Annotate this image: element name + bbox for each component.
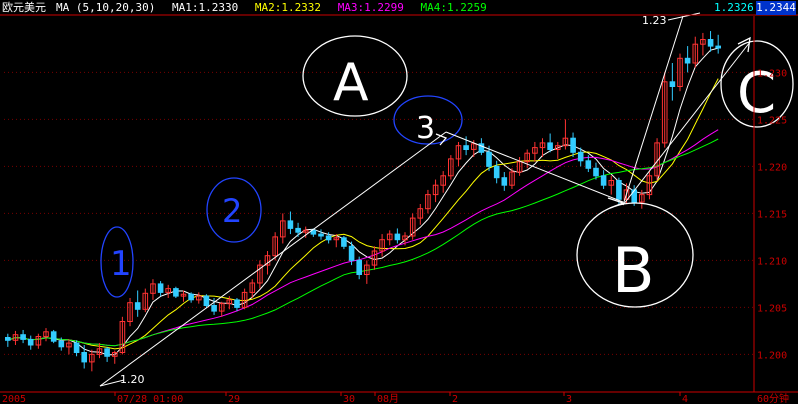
y-tick-label: 1.205 xyxy=(757,303,787,314)
x-tick-label: 4 xyxy=(682,394,688,404)
ma2-value: MA2:1.2332 xyxy=(254,1,322,14)
candle-body xyxy=(669,81,676,88)
candle-body xyxy=(493,165,500,179)
candle-body xyxy=(707,39,714,47)
ma3-value: MA3:1.2299 xyxy=(337,1,404,14)
x-tick-label: 2 xyxy=(452,394,458,404)
y-tick-label: 1.230 xyxy=(757,68,787,79)
candle-body xyxy=(631,189,638,203)
candle-body xyxy=(486,151,492,167)
current-price-box: 1.2344 xyxy=(756,1,796,15)
indicator-legend: 欧元美元 MA (5,10,20,30) MA1:1.2330 MA2:1.233… xyxy=(0,0,755,16)
candle-body xyxy=(684,57,691,64)
candle-body xyxy=(394,233,401,241)
mark-1: 1 xyxy=(110,244,132,284)
candlestick-chart: ABC1231.201.23 1.2301.2251.2201.2151.210… xyxy=(0,12,798,404)
candle-body xyxy=(318,233,324,237)
x-tick-label: 07/28 01:00 xyxy=(117,394,183,404)
candle-body xyxy=(50,331,57,342)
candle-body xyxy=(463,145,469,150)
y-tick-label: 1.220 xyxy=(757,162,787,173)
candle-body xyxy=(134,302,141,310)
candle-body xyxy=(616,180,622,200)
candle-body xyxy=(585,160,592,169)
ma1-value: MA1:1.2330 xyxy=(171,1,239,14)
ma-params: MA (5,10,20,30) xyxy=(56,1,156,14)
y-tick-label: 1.200 xyxy=(757,350,787,361)
ma4-value: MA4:1.2259 xyxy=(420,1,487,14)
label-a: A xyxy=(333,53,369,113)
y-tick-label: 1.215 xyxy=(757,209,787,220)
candle-body xyxy=(356,259,362,275)
x-tick-label: 08月 xyxy=(377,393,399,404)
candle-body xyxy=(715,45,722,49)
x-tick-label: 2005 xyxy=(2,394,26,404)
candle-body xyxy=(547,142,553,150)
price-grid xyxy=(4,71,754,355)
candle-body xyxy=(211,305,217,312)
hand-drawn-annotations: ABC1231.201.23 xyxy=(99,12,794,387)
candle-body xyxy=(348,245,355,261)
candle-body xyxy=(570,137,576,153)
candle-body xyxy=(58,340,65,348)
candle-body xyxy=(81,352,88,363)
candle-body xyxy=(5,337,11,341)
last-price-label: 1.2326 xyxy=(714,1,754,14)
candle-body xyxy=(203,295,210,307)
low-label: 1.20 xyxy=(120,373,145,386)
y-tick-label: 1.210 xyxy=(757,256,787,267)
symbol-title: 欧元美元 xyxy=(2,1,46,14)
candle-body xyxy=(577,151,584,162)
x-tick-label: 3 xyxy=(566,394,572,404)
label-b: B xyxy=(612,234,655,307)
x-tick-label: 29 xyxy=(228,394,240,404)
y-tick-label: 1.225 xyxy=(757,115,787,126)
ma2-line xyxy=(7,78,719,350)
candle-body xyxy=(295,227,301,233)
candle-body xyxy=(188,293,194,301)
x-tick-label: 30 xyxy=(343,394,355,404)
candle-body xyxy=(501,177,508,186)
candle-body xyxy=(341,237,347,247)
candle-body xyxy=(234,299,240,308)
mark-3: 3 xyxy=(416,111,435,146)
x-tick-label: 60分钟 xyxy=(757,392,789,404)
mark-2: 2 xyxy=(222,192,242,230)
trend-line-steep xyxy=(622,15,684,206)
candle-body xyxy=(593,167,599,177)
candle-body xyxy=(325,235,332,241)
candle-body xyxy=(20,334,26,340)
candle-body xyxy=(600,175,607,186)
candle-body xyxy=(104,348,110,357)
candle-body xyxy=(73,342,80,354)
trend-line-rise xyxy=(99,131,447,387)
trend-line-c xyxy=(622,41,751,206)
candle-body xyxy=(173,288,179,297)
candle-body xyxy=(287,220,294,229)
candle-body xyxy=(27,338,34,346)
candle-body xyxy=(157,283,164,293)
